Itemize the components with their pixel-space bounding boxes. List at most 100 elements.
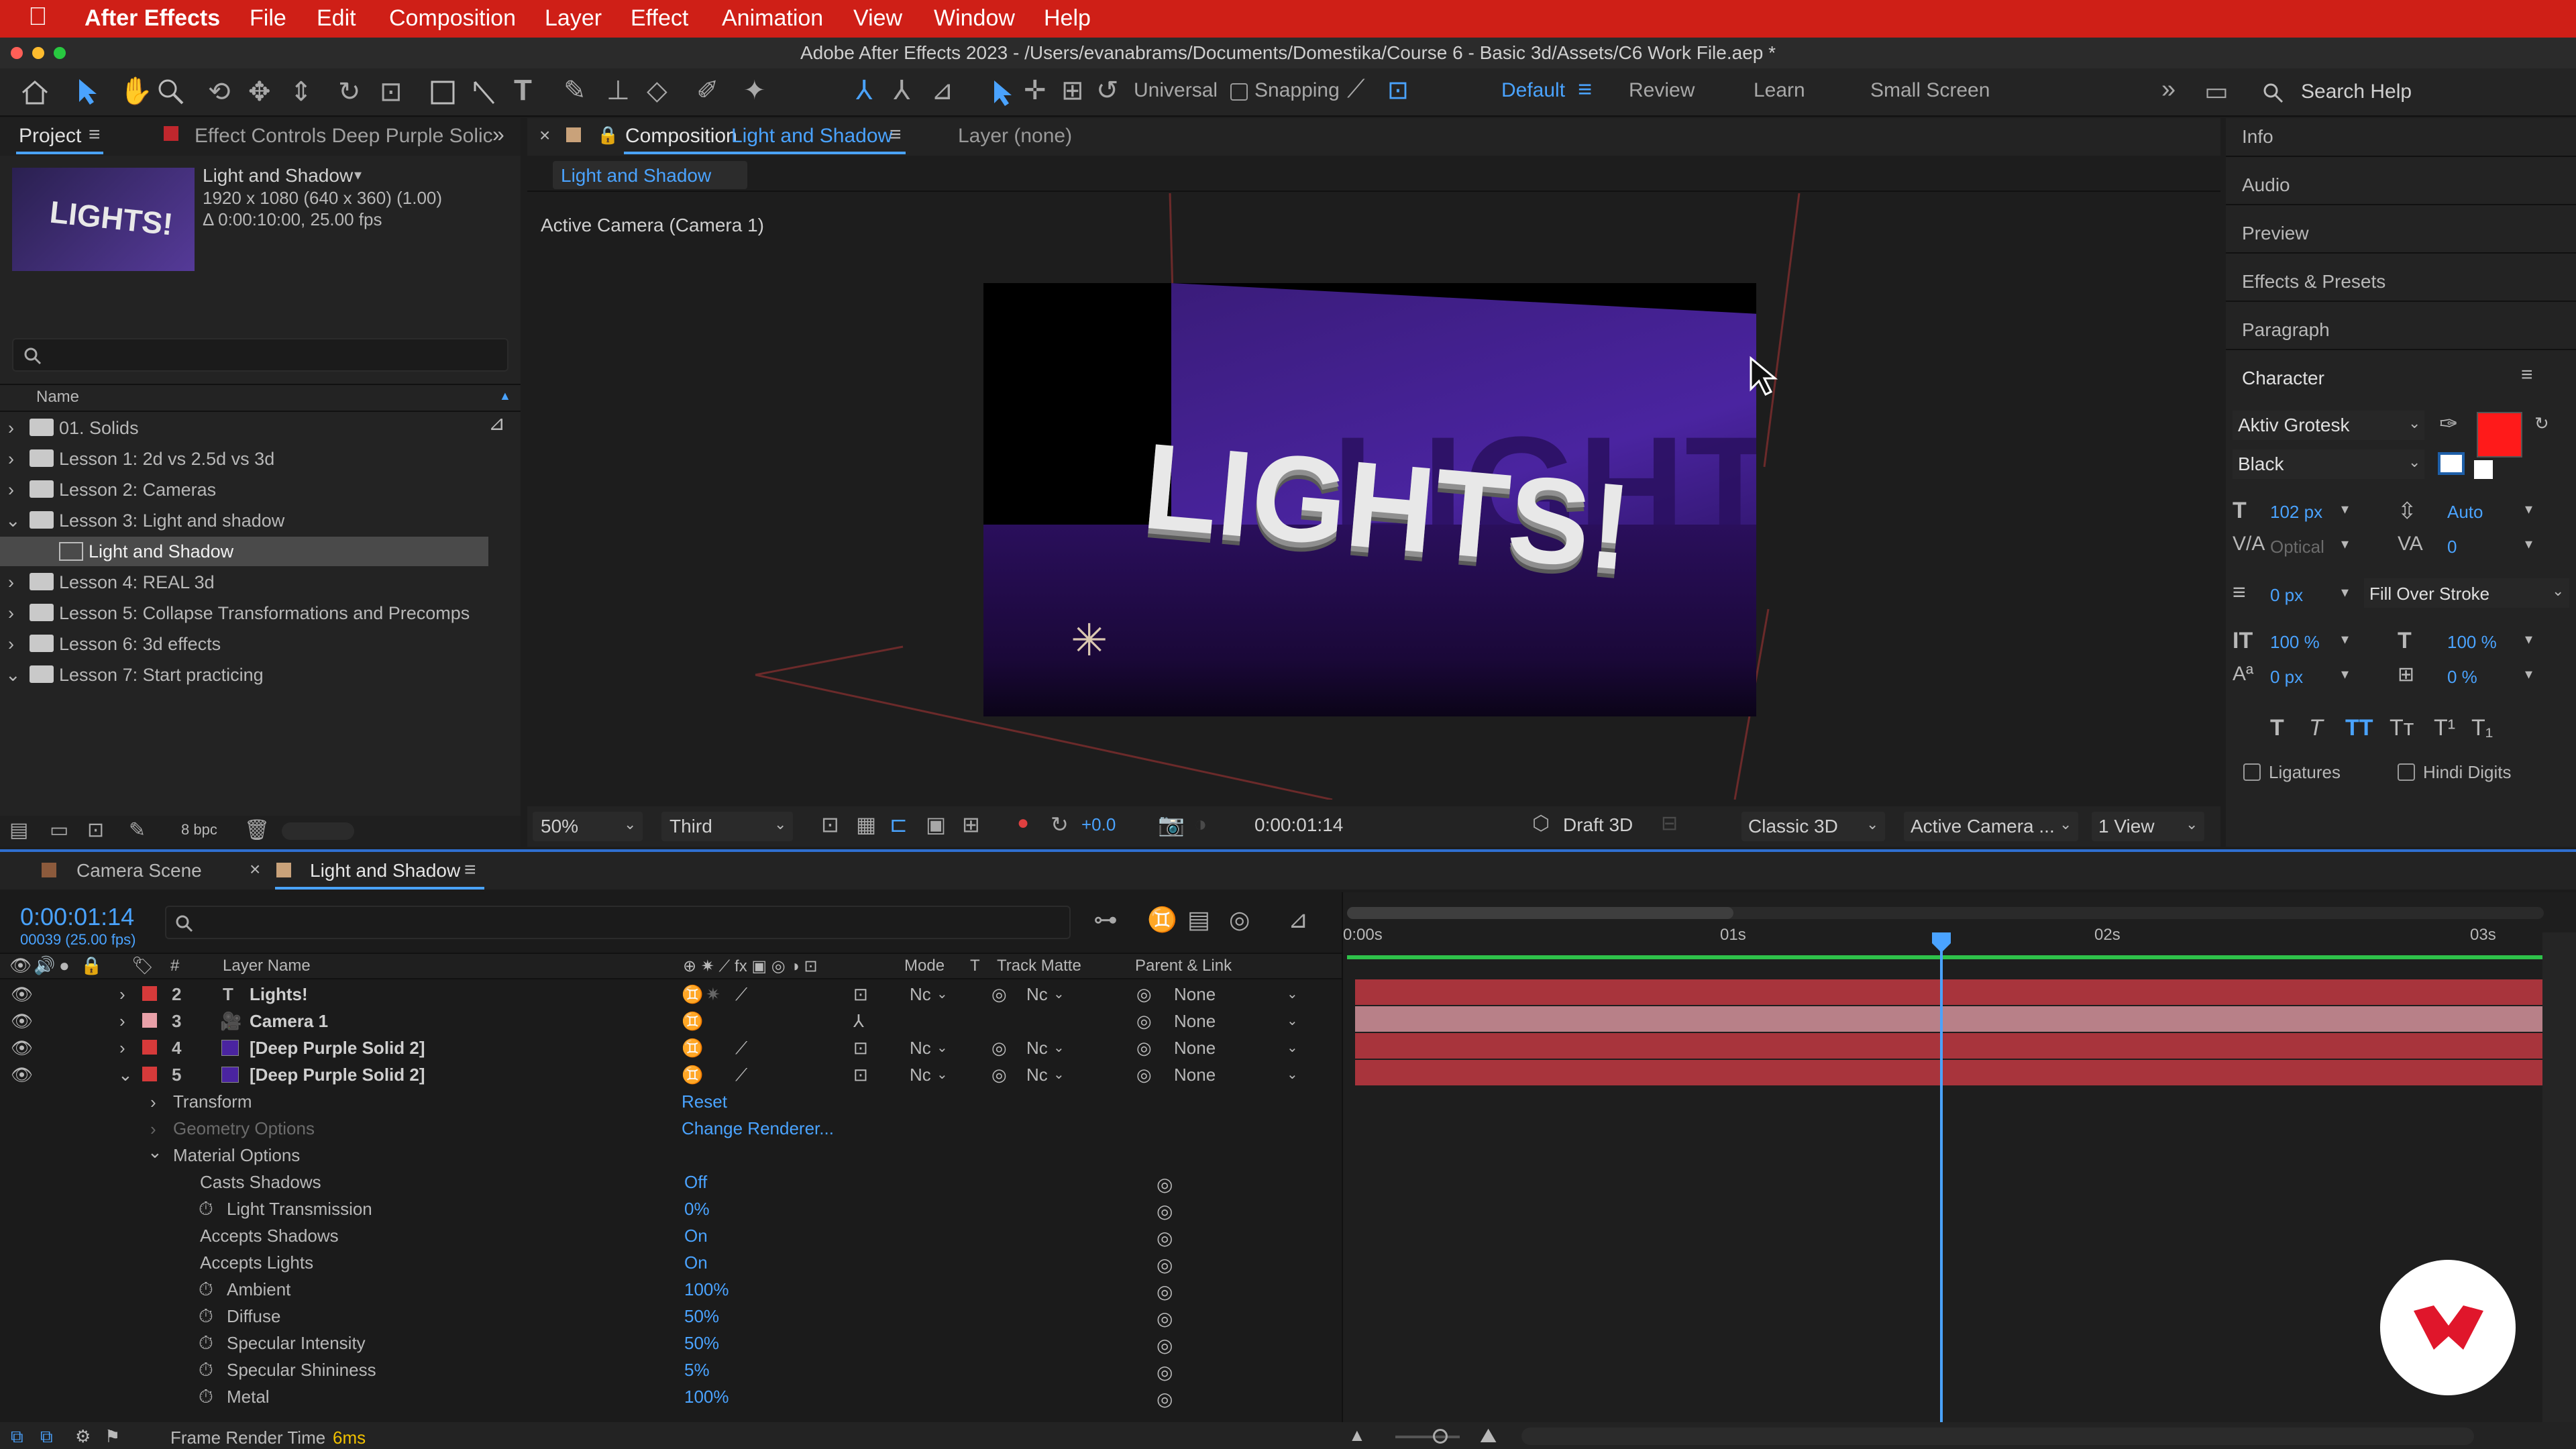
menu-edit[interactable]: Edit bbox=[317, 5, 356, 32]
new-folder-icon[interactable]: ▭ bbox=[50, 818, 68, 842]
eye-icon[interactable]: 👁 bbox=[11, 981, 33, 1008]
chevron-down-icon[interactable]: ▾ bbox=[2341, 500, 2349, 518]
stopwatch-icon[interactable]: ⏱ bbox=[199, 1386, 213, 1408]
transparency-grid-icon[interactable]: ▦ bbox=[856, 812, 876, 837]
folder-row-lesson3[interactable]: ⌄ Lesson 3: Light and shadow bbox=[0, 506, 496, 535]
tab-effect-controls[interactable]: Effect Controls Deep Purple Solic bbox=[195, 125, 493, 148]
font-family-dropdown[interactable]: Aktiv Grotesk ⌄ bbox=[2233, 411, 2424, 440]
stroke-width-value[interactable]: 0 px bbox=[2270, 585, 2303, 606]
clone-stamp-icon[interactable]: ⊥ bbox=[606, 75, 630, 106]
tab-composition-prefix[interactable]: Composition bbox=[625, 125, 737, 148]
tab-light-and-shadow[interactable]: Light and Shadow bbox=[310, 860, 460, 881]
lock-column-icon[interactable]: 🔒 bbox=[80, 955, 102, 976]
menu-effect[interactable]: Effect bbox=[631, 5, 688, 32]
folder-row-lesson7[interactable]: ⌄ Lesson 7: Start practicing bbox=[0, 660, 496, 690]
preserve-transparency-icon[interactable]: ◎ bbox=[991, 1061, 1007, 1088]
change-renderer-link[interactable]: Change Renderer... bbox=[682, 1115, 834, 1142]
chevron-down-icon[interactable]: ▾ bbox=[2341, 665, 2349, 683]
rectangle-tool-icon[interactable] bbox=[429, 79, 456, 106]
3d-layer-icon[interactable]: ⊡ bbox=[853, 1061, 868, 1088]
panel-menu-icon[interactable]: ≡ bbox=[890, 123, 902, 146]
workspace-menu-icon[interactable]: ≡ bbox=[1578, 75, 1592, 103]
zoom-in-icon[interactable]: ⛰ bbox=[1480, 1425, 1497, 1448]
superscript-icon[interactable]: T¹ bbox=[2434, 715, 2455, 741]
draft-3d-toggle[interactable]: Draft 3D bbox=[1563, 814, 1633, 836]
world-axis-icon[interactable]: ⅄ bbox=[894, 75, 910, 106]
eye-icon[interactable]: 👁 bbox=[11, 1008, 33, 1034]
tab-project[interactable]: Project bbox=[19, 125, 81, 148]
shy-switch-icon[interactable]: ♊ bbox=[682, 1034, 703, 1061]
layer-row[interactable]: 👁 › 2 T Lights! ♊ ✷ ⟋ ⊡ Nc ⌄ ◎ Nc ⌄ ◎ None… bbox=[0, 981, 1342, 1008]
label-color-swatch[interactable] bbox=[142, 1040, 157, 1055]
quality-switch-icon[interactable]: ⟋ bbox=[735, 1034, 747, 1061]
chevron-right-icon[interactable]: › bbox=[150, 1119, 156, 1140]
layer-bar-solid-5[interactable] bbox=[1355, 1060, 2544, 1085]
3d-selection-icon[interactable] bbox=[990, 78, 1013, 107]
shy-switch-icon[interactable]: ♊ bbox=[682, 981, 703, 1008]
resolution-dropdown[interactable]: Third ⌄ bbox=[661, 812, 793, 841]
switches-column-icons[interactable]: ⊕ ✷ ⟋ fx ▣ ◎ ◑ ⊡ bbox=[683, 957, 818, 976]
comp-breadcrumb[interactable]: Light and Shadow bbox=[553, 161, 747, 189]
zoom-tool-icon[interactable] bbox=[157, 78, 185, 106]
baseline-shift-value[interactable]: 0 px bbox=[2270, 667, 2303, 688]
pickwhip-icon[interactable]: ◎ bbox=[1136, 1008, 1152, 1034]
rotate-gizmo-icon[interactable]: ↺ bbox=[1096, 75, 1119, 106]
workspace-default[interactable]: Default bbox=[1501, 79, 1565, 102]
comp-name[interactable]: Light and Shadow bbox=[203, 165, 353, 186]
orbit-camera-icon[interactable]: ⟲ bbox=[208, 76, 231, 107]
folder-row-lesson6[interactable]: › Lesson 6: 3d effects bbox=[0, 629, 496, 659]
tracking-value[interactable]: 0 bbox=[2447, 537, 2457, 557]
panel-menu-icon[interactable]: ≡ bbox=[2521, 364, 2533, 386]
frame-blending-icon[interactable]: ▤ bbox=[1187, 906, 1210, 934]
puppet-pin-icon[interactable]: ✦ bbox=[743, 75, 766, 106]
menu-view[interactable]: View bbox=[853, 5, 902, 32]
chevron-down-icon[interactable]: ▾ bbox=[2341, 535, 2349, 553]
comp-row-light-and-shadow[interactable]: Light and Shadow bbox=[0, 537, 488, 566]
chevron-down-icon[interactable]: ⌄ bbox=[118, 1061, 133, 1088]
close-window-icon[interactable] bbox=[11, 47, 23, 59]
panel-paragraph[interactable]: Paragraph bbox=[2242, 319, 2330, 341]
layer-search-input[interactable] bbox=[165, 906, 1071, 939]
quality-switch-icon[interactable]: ⟋ bbox=[735, 981, 747, 1008]
transform-reset-link[interactable]: Reset bbox=[682, 1088, 727, 1115]
view-axis-icon[interactable]: ⊿ bbox=[931, 75, 954, 106]
horizontal-scale-value[interactable]: 100 % bbox=[2447, 632, 2497, 653]
font-size-value[interactable]: 102 px bbox=[2270, 502, 2322, 523]
tab-layer[interactable]: Layer (none) bbox=[958, 125, 1072, 148]
selection-tool-icon[interactable] bbox=[75, 76, 99, 106]
tab-composition-name[interactable]: Light and Shadow bbox=[731, 125, 892, 148]
t-column-header[interactable]: T bbox=[970, 957, 980, 975]
accepts-lights-value[interactable]: On bbox=[684, 1249, 708, 1276]
layer-name[interactable]: Camera 1 bbox=[250, 1008, 328, 1034]
transfer-controls-icon[interactable]: ⧉ bbox=[40, 1426, 53, 1448]
shy-switch-icon[interactable]: ♊ bbox=[682, 1008, 703, 1034]
track-matte-dropdown[interactable]: Nc bbox=[1026, 981, 1048, 1008]
label-column-icon[interactable]: 🏷 bbox=[131, 955, 154, 976]
kerning-value[interactable]: Optical bbox=[2270, 537, 2324, 557]
color-channels-icon[interactable]: ● bbox=[1017, 812, 1029, 835]
rotation-tool-icon[interactable]: ↻ bbox=[338, 76, 361, 107]
collapse-switch-icon[interactable]: ✷ bbox=[706, 981, 720, 1008]
no-fill-swatch[interactable] bbox=[2474, 460, 2493, 479]
current-timecode[interactable]: 0:00:01:14 bbox=[20, 903, 134, 931]
adjust-icon[interactable]: ✎ bbox=[129, 818, 146, 842]
playhead-handle-icon[interactable] bbox=[1931, 931, 1952, 954]
mode-column-header[interactable]: Mode bbox=[904, 957, 945, 975]
snap-options-icon[interactable]: ⟋ bbox=[1347, 75, 1365, 104]
parent-dropdown[interactable]: None bbox=[1174, 1061, 1216, 1088]
folder-row-solids[interactable]: › 01. Solids bbox=[0, 413, 496, 443]
render-time-icon[interactable]: ⚑ bbox=[105, 1426, 120, 1447]
eyedropper-icon[interactable]: ✑ bbox=[2439, 411, 2459, 437]
track-matte-column-header[interactable]: Track Matte bbox=[997, 957, 1081, 975]
menu-animation[interactable]: Animation bbox=[722, 5, 823, 32]
zoom-out-icon[interactable]: ▲ bbox=[1348, 1425, 1366, 1446]
prop-transform[interactable]: Transform bbox=[173, 1088, 252, 1115]
accepts-shadows-value[interactable]: On bbox=[684, 1222, 708, 1249]
layer-bar-camera[interactable] bbox=[1355, 1006, 2544, 1032]
parent-link-column-header[interactable]: Parent & Link bbox=[1135, 957, 1232, 975]
expand-panels-icon[interactable]: » bbox=[492, 122, 504, 147]
roto-brush-icon[interactable]: ✐ bbox=[696, 75, 719, 106]
small-caps-icon[interactable]: Tт bbox=[2390, 715, 2414, 741]
layer-name[interactable]: Lights! bbox=[250, 981, 308, 1008]
workspace-learn[interactable]: Learn bbox=[1754, 79, 1805, 102]
